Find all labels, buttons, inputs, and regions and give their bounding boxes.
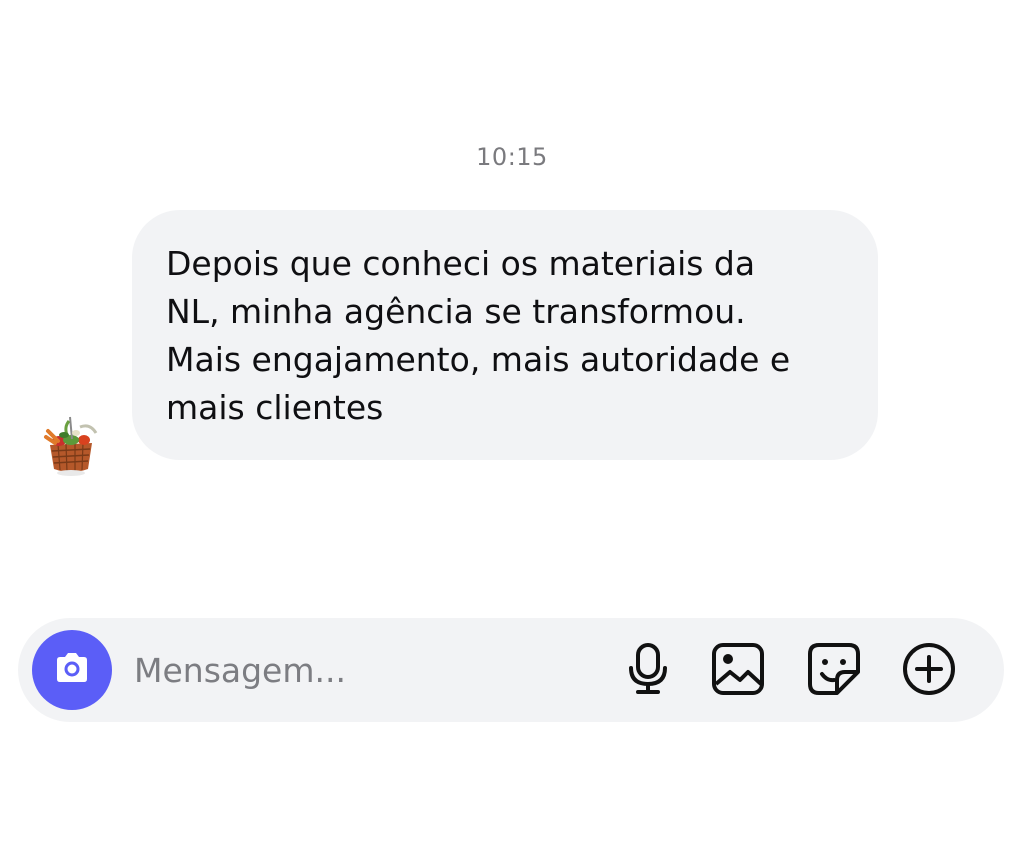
message-timestamp: 10:15 <box>476 143 548 171</box>
message-bubble[interactable]: Depois que conheci os materiais da NL, m… <box>132 210 878 460</box>
avatar[interactable] <box>40 413 102 477</box>
camera-icon <box>53 651 91 689</box>
voice-message-button[interactable] <box>619 642 677 700</box>
chat-screen: 10:15 Depois que conheci os materiais da… <box>0 0 1024 850</box>
microphone-icon <box>625 642 671 700</box>
sticker-icon <box>807 642 861 700</box>
message-text: Depois que conheci os materiais da NL, m… <box>166 244 791 427</box>
add-button[interactable] <box>900 642 958 700</box>
plus-circle-icon <box>901 641 957 701</box>
image-icon <box>711 642 765 700</box>
gallery-button[interactable] <box>709 642 767 700</box>
camera-button[interactable] <box>32 630 112 710</box>
message-composer <box>18 618 1004 722</box>
sticker-button[interactable] <box>805 642 863 700</box>
message-input[interactable] <box>134 640 604 700</box>
